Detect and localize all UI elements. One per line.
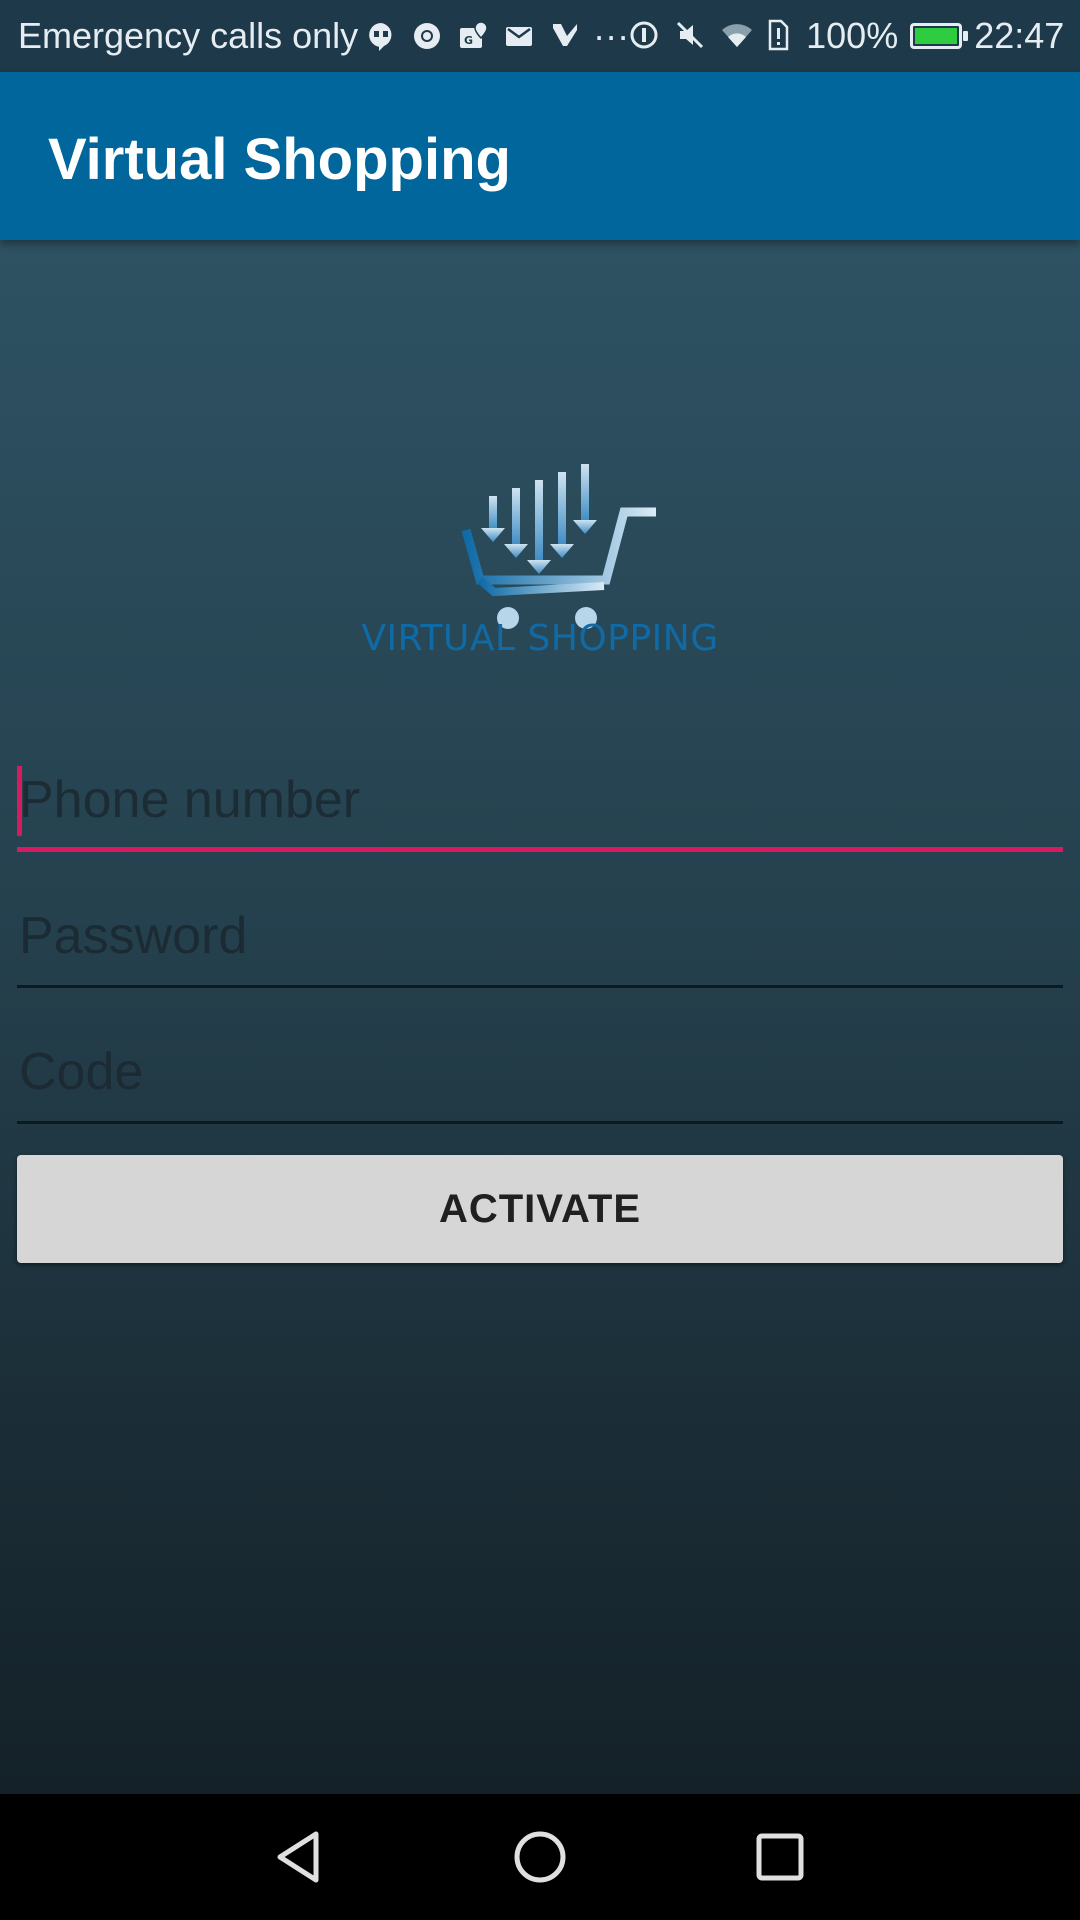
chrome-icon — [410, 19, 444, 53]
code-underline — [17, 1121, 1063, 1124]
data-saver-icon — [628, 19, 662, 53]
code-field[interactable] — [17, 1034, 1063, 1124]
password-underline — [17, 985, 1063, 988]
logo-text: VIRTUAL SHOPPING — [361, 618, 719, 659]
battery-percent: 100% — [806, 15, 899, 56]
page-title: Virtual Shopping — [48, 127, 511, 192]
status-bar: Emergency calls only G ··· 100% 22:47 — [0, 0, 1080, 72]
navigation-bar — [0, 1794, 1080, 1920]
phone-number-field[interactable] — [17, 762, 1063, 852]
more-icon: ··· — [593, 15, 630, 56]
battery-icon — [910, 23, 969, 49]
sim-alert-icon — [766, 19, 794, 53]
home-icon[interactable] — [505, 1822, 575, 1892]
system-icons: 100% 22:47 — [628, 15, 1064, 57]
activate-button[interactable]: ACTIVATE — [17, 1155, 1063, 1263]
wifi-icon — [720, 19, 754, 53]
mute-icon — [674, 19, 708, 53]
recents-icon[interactable] — [745, 1822, 815, 1892]
svg-text:G: G — [464, 34, 473, 47]
password-field[interactable] — [17, 898, 1063, 988]
notification-icons: G ··· — [364, 15, 630, 56]
password-input[interactable] — [17, 898, 1063, 974]
code-input[interactable] — [17, 1034, 1063, 1110]
text-cursor — [17, 766, 22, 836]
back-icon[interactable] — [264, 1822, 334, 1892]
main-content: VIRTUAL SHOPPING ACTIVATE — [0, 240, 1080, 1794]
check-icon — [548, 19, 582, 53]
hangouts-icon — [364, 19, 398, 53]
phone-number-underline — [17, 847, 1063, 852]
clock: 22:47 — [974, 15, 1065, 56]
phone-number-input[interactable] — [17, 762, 1063, 838]
maps-icon: G — [456, 19, 490, 53]
carrier-text: Emergency calls only — [18, 15, 359, 56]
gmail-icon — [502, 19, 536, 53]
app-bar: Virtual Shopping — [0, 72, 1080, 240]
